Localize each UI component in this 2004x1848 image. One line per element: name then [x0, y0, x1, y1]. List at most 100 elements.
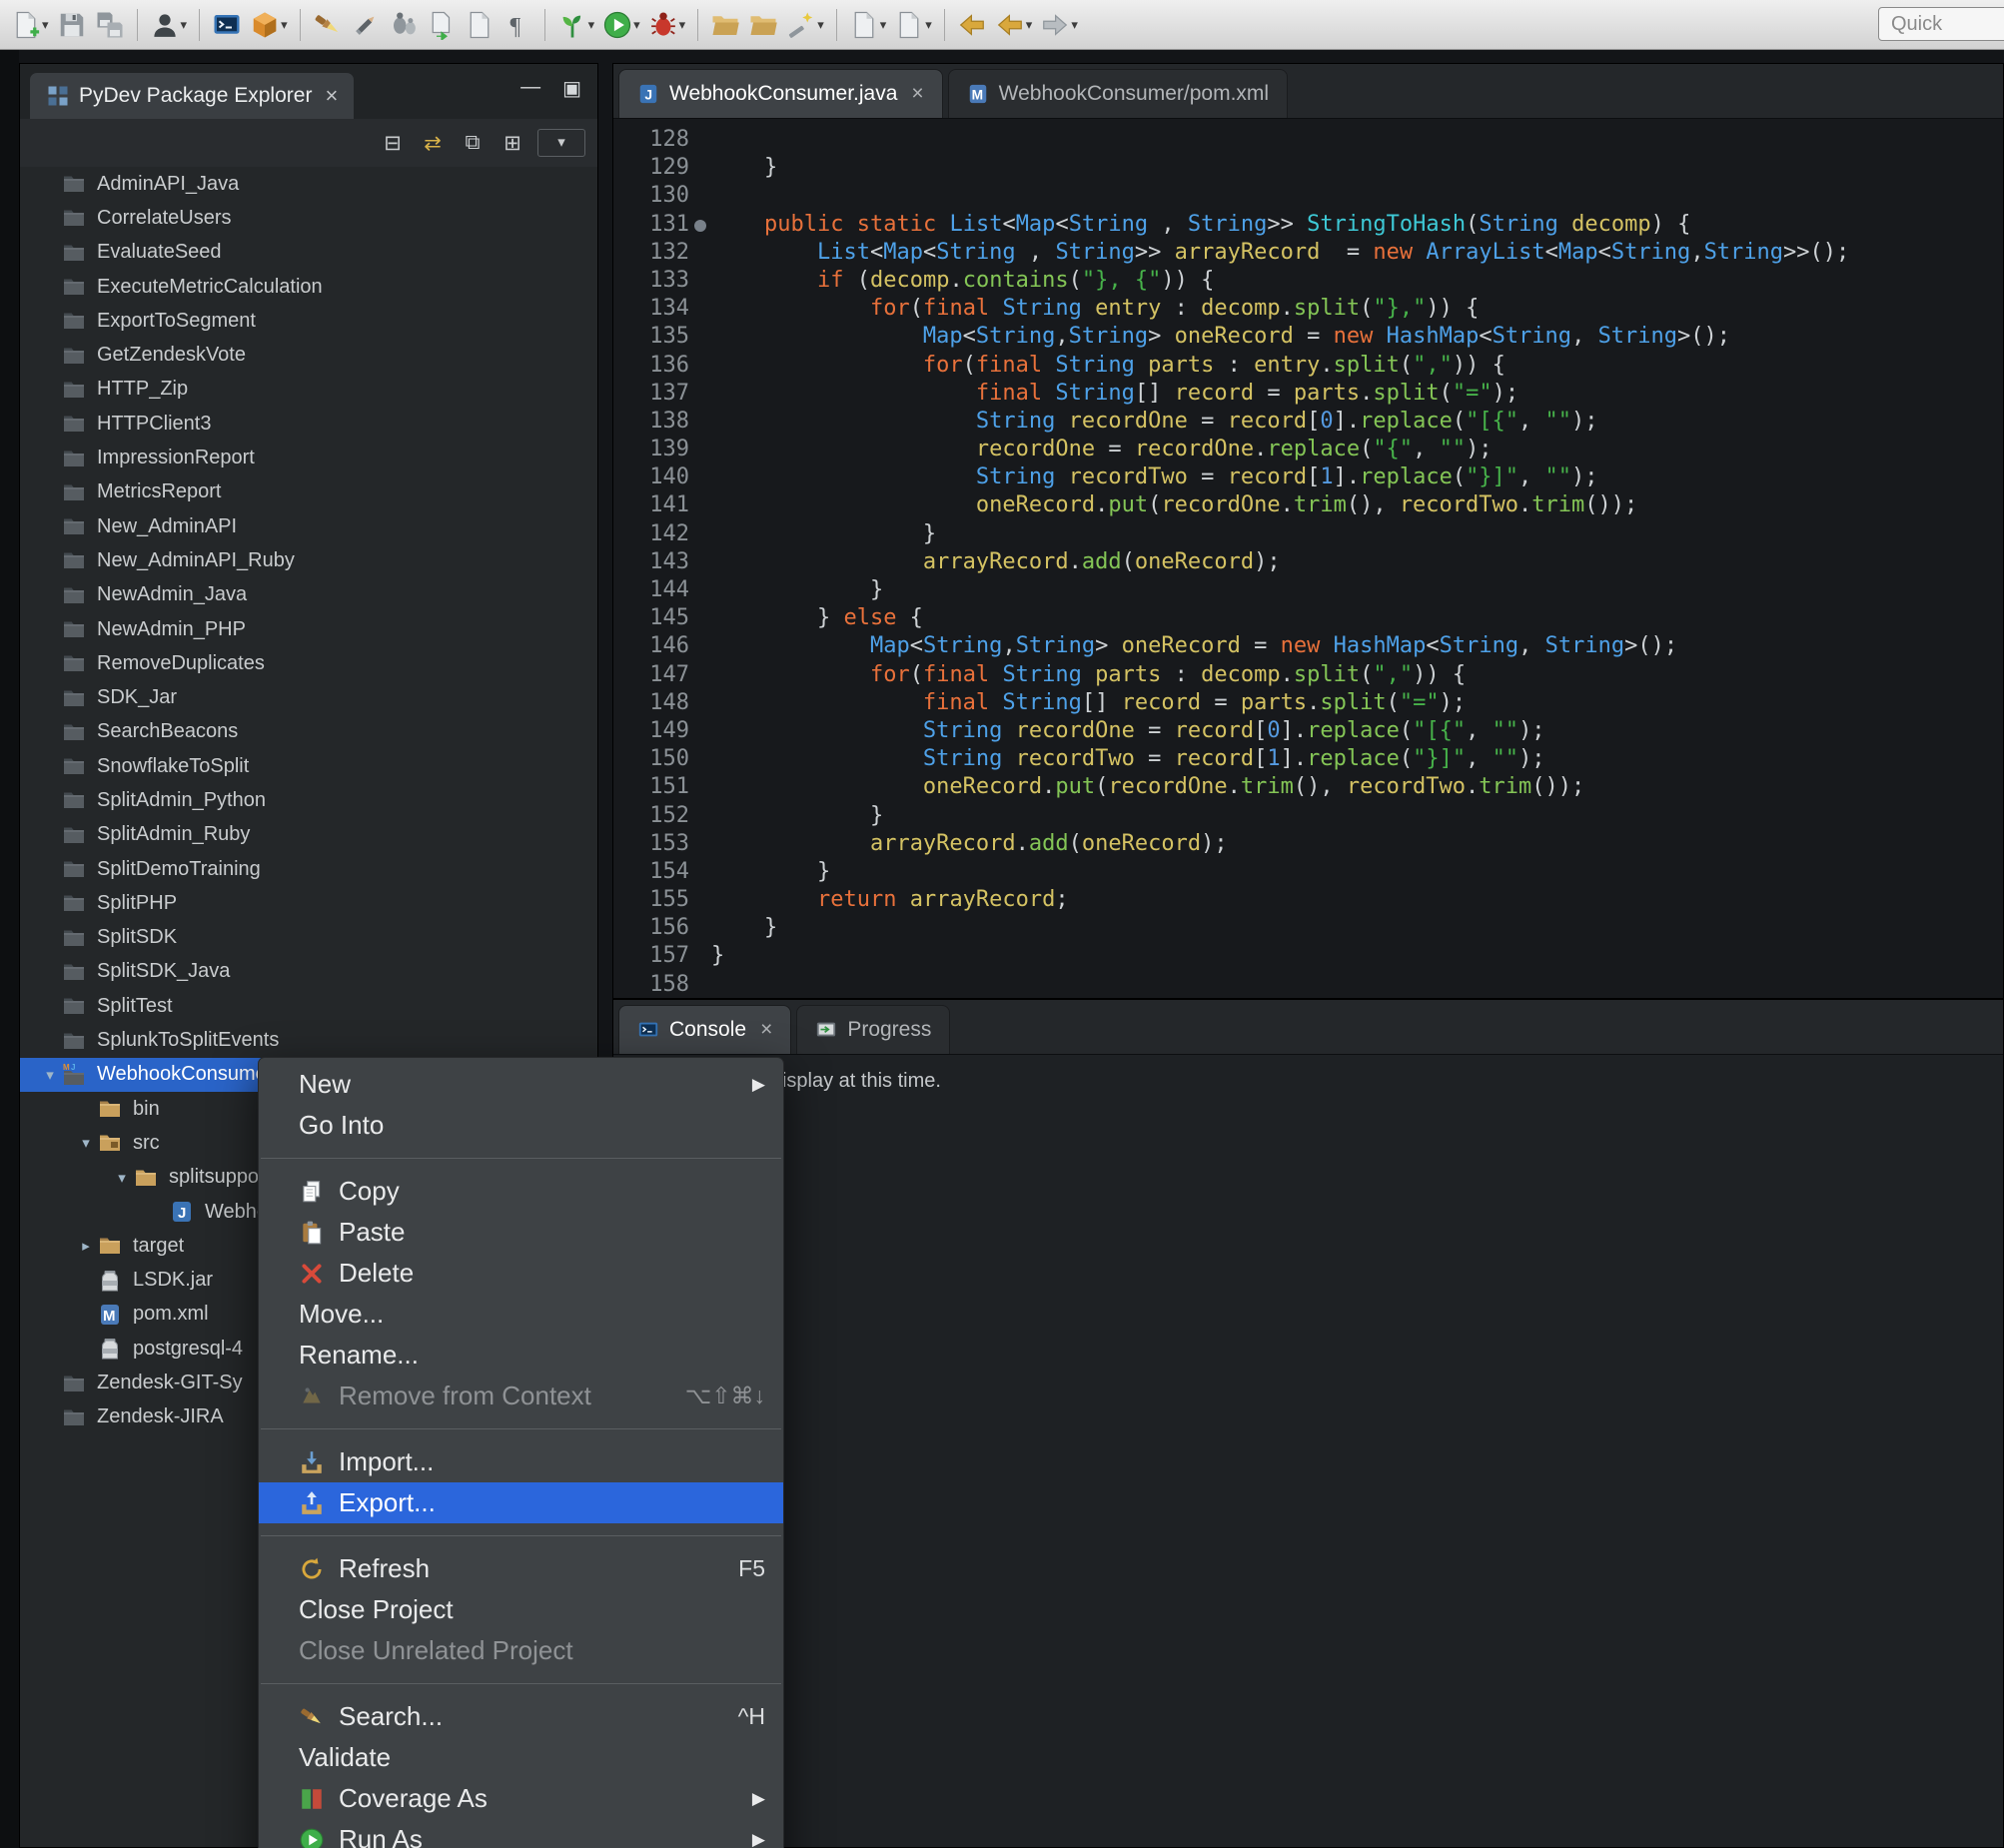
view-menu-icon[interactable]: ▾: [537, 129, 585, 157]
expand-all-icon[interactable]: ⧉: [458, 131, 488, 155]
new-button[interactable]: ▾: [8, 5, 52, 45]
line-number[interactable]: 129: [613, 154, 689, 182]
external-tools-button[interactable]: [386, 5, 422, 45]
tree-item-sdk-jar[interactable]: SDK_Jar: [20, 680, 597, 714]
expand-collapse-icon[interactable]: ▾: [38, 1066, 62, 1084]
code-line-141[interactable]: 141 oneRecord.put(recordOne.trim(), reco…: [613, 491, 2003, 519]
annotations-button[interactable]: ▾: [891, 5, 935, 45]
run-button[interactable]: ▾: [599, 5, 643, 45]
back-button[interactable]: [954, 5, 990, 45]
close-icon[interactable]: ×: [325, 83, 338, 109]
dropdown-caret-icon[interactable]: ▾: [1071, 17, 1078, 33]
line-number[interactable]: 139: [613, 436, 689, 463]
dropdown-caret-icon[interactable]: ▾: [1026, 17, 1033, 33]
minimize-button[interactable]: —: [520, 76, 540, 101]
tree-item-removeduplicates[interactable]: RemoveDuplicates: [20, 646, 597, 680]
dropdown-caret-icon[interactable]: ▾: [588, 17, 595, 33]
line-number[interactable]: 140: [613, 463, 689, 491]
code-editor[interactable]: 128129 }130131 public static List<Map<St…: [613, 118, 2003, 998]
line-number[interactable]: 138: [613, 408, 689, 436]
code-line-153[interactable]: 153 arrayRecord.add(oneRecord);: [613, 830, 2003, 858]
tree-item-exporttosegment[interactable]: ExportToSegment: [20, 304, 597, 338]
menu-item-delete[interactable]: Delete: [259, 1253, 783, 1294]
dropdown-caret-icon[interactable]: ▾: [42, 17, 49, 33]
expand-collapse-icon[interactable]: ▾: [110, 1169, 134, 1187]
code-line-154[interactable]: 154 }: [613, 858, 2003, 886]
line-number[interactable]: 153: [613, 830, 689, 858]
line-number[interactable]: 134: [613, 295, 689, 323]
open-console-button[interactable]: [209, 5, 245, 45]
dropdown-caret-icon[interactable]: ▾: [925, 17, 932, 33]
line-number[interactable]: 141: [613, 491, 689, 519]
line-number[interactable]: 132: [613, 239, 689, 267]
line-marker[interactable]: [694, 220, 706, 232]
last-edit-button[interactable]: ▾: [846, 5, 890, 45]
maximize-button[interactable]: ▣: [562, 76, 581, 101]
tree-item-http-zip[interactable]: HTTP_Zip: [20, 373, 597, 407]
search-flashlight-button[interactable]: [310, 5, 346, 45]
new-java-project-button[interactable]: ▾: [247, 5, 291, 45]
menu-item-export[interactable]: Export...: [259, 1482, 783, 1523]
tree-item-snowflaketosplit[interactable]: SnowflakeToSplit: [20, 749, 597, 783]
code-line-142[interactable]: 142 }: [613, 520, 2003, 548]
tree-item-newadmin-php[interactable]: NewAdmin_PHP: [20, 612, 597, 646]
tree-item-httpclient3[interactable]: HTTPClient3: [20, 407, 597, 441]
editor-tab-webhookconsumer-pom-xml[interactable]: MWebhookConsumer/pom.xml: [948, 69, 1288, 118]
menu-item-rename[interactable]: Rename...: [259, 1335, 783, 1376]
code-line-135[interactable]: 135 Map<String,String> oneRecord = new H…: [613, 323, 2003, 351]
dropdown-caret-icon[interactable]: ▾: [181, 17, 188, 33]
line-number[interactable]: 157: [613, 942, 689, 970]
tree-item-splitsdk-java[interactable]: SplitSDK_Java: [20, 955, 597, 989]
line-number[interactable]: 148: [613, 689, 689, 717]
quick-fix-button[interactable]: ▾: [783, 5, 827, 45]
code-line-143[interactable]: 143 arrayRecord.add(oneRecord);: [613, 548, 2003, 576]
forward-button[interactable]: ▾: [1037, 5, 1081, 45]
show-whitespace-button[interactable]: ¶: [500, 5, 535, 45]
code-line-151[interactable]: 151 oneRecord.put(recordOne.trim(), reco…: [613, 773, 2003, 801]
quick-access-input[interactable]: Quick: [1878, 7, 2004, 41]
line-number[interactable]: 150: [613, 745, 689, 773]
code-line-145[interactable]: 145 } else {: [613, 604, 2003, 632]
menu-item-run-as[interactable]: Run As▶: [259, 1819, 783, 1848]
tree-item-splunktosplitevents[interactable]: SplunkToSplitEvents: [20, 1023, 597, 1057]
menu-item-close-project[interactable]: Close Project: [259, 1589, 783, 1630]
line-number[interactable]: 151: [613, 773, 689, 801]
line-number[interactable]: 144: [613, 576, 689, 604]
code-line-136[interactable]: 136 for(final String parts : entry.split…: [613, 352, 2003, 380]
line-number[interactable]: 130: [613, 182, 689, 210]
back-history-button[interactable]: ▾: [992, 5, 1036, 45]
code-line-133[interactable]: 133 if (decomp.contains("}, {")) {: [613, 267, 2003, 295]
line-number[interactable]: 149: [613, 717, 689, 745]
code-line-140[interactable]: 140 String recordTwo = record[1].replace…: [613, 463, 2003, 491]
line-number[interactable]: 147: [613, 661, 689, 689]
tree-item-evaluateseed[interactable]: EvaluateSeed: [20, 236, 597, 270]
code-line-147[interactable]: 147 for(final String parts : decomp.spli…: [613, 661, 2003, 689]
code-line-146[interactable]: 146 Map<String,String> oneRecord = new H…: [613, 632, 2003, 660]
tree-item-splitphp[interactable]: SplitPHP: [20, 886, 597, 920]
tree-item-metricsreport[interactable]: MetricsReport: [20, 475, 597, 509]
menu-item-search[interactable]: Search...^H: [259, 1696, 783, 1737]
menu-item-coverage-as[interactable]: Coverage As▶: [259, 1778, 783, 1819]
tree-item-splittest[interactable]: SplitTest: [20, 989, 597, 1023]
line-number[interactable]: 156: [613, 914, 689, 942]
expand-collapse-icon[interactable]: ▸: [74, 1237, 98, 1255]
code-line-156[interactable]: 156 }: [613, 914, 2003, 942]
tree-item-adminapi-java[interactable]: AdminAPI_Java: [20, 167, 597, 201]
tree-item-getzendeskvote[interactable]: GetZendeskVote: [20, 338, 597, 372]
dropdown-caret-icon[interactable]: ▾: [633, 17, 640, 33]
dropdown-caret-icon[interactable]: ▾: [817, 17, 824, 33]
save-all-button[interactable]: [92, 5, 128, 45]
menu-item-copy[interactable]: Copy: [259, 1171, 783, 1212]
menu-item-go-into[interactable]: Go Into: [259, 1105, 783, 1146]
dropdown-caret-icon[interactable]: ▾: [679, 17, 686, 33]
user-profile-button[interactable]: ▾: [147, 5, 191, 45]
tree-item-newadmin-java[interactable]: NewAdmin_Java: [20, 578, 597, 612]
dropdown-caret-icon[interactable]: ▾: [880, 17, 887, 33]
code-line-158[interactable]: 158: [613, 971, 2003, 998]
mark-occurrences-button[interactable]: [348, 5, 384, 45]
line-number[interactable]: 142: [613, 520, 689, 548]
line-number[interactable]: 143: [613, 548, 689, 576]
code-line-131[interactable]: 131 public static List<Map<String , Stri…: [613, 211, 2003, 239]
line-number[interactable]: 146: [613, 632, 689, 660]
code-line-138[interactable]: 138 String recordOne = record[0].replace…: [613, 408, 2003, 436]
